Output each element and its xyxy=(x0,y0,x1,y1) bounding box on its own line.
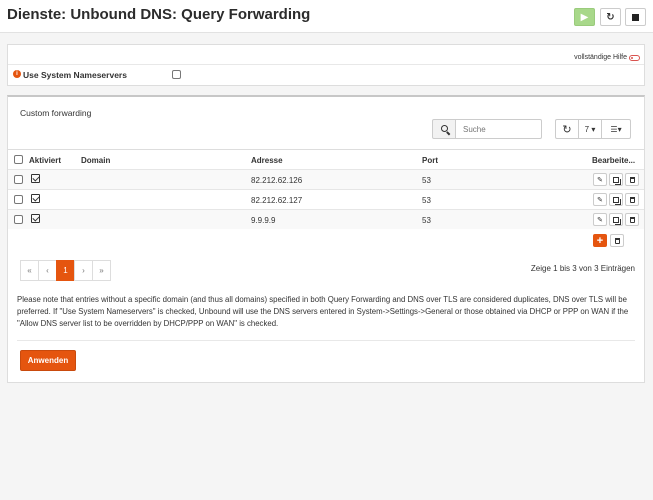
edit-button[interactable]: ✎ xyxy=(593,193,607,206)
stop-icon xyxy=(632,13,639,21)
play-icon: ▶ xyxy=(580,11,589,23)
info-icon[interactable]: i xyxy=(13,70,21,78)
row-select-checkbox[interactable] xyxy=(14,175,23,184)
row-select-checkbox[interactable] xyxy=(14,195,23,204)
edit-button[interactable]: ✎ xyxy=(593,213,607,226)
list-icon: ☰▾ xyxy=(610,124,622,134)
custom-forwarding-panel: Custom forwarding ↻ 7 ▾ ☰▾ Aktiviert Dom… xyxy=(7,95,645,383)
copy-button[interactable] xyxy=(609,193,623,206)
enabled-check-icon[interactable] xyxy=(31,194,40,203)
port-cell: 53 xyxy=(422,216,431,225)
trash-icon xyxy=(629,176,635,183)
search-input[interactable] xyxy=(456,119,542,139)
delete-button[interactable] xyxy=(625,213,639,226)
table-row: 82.212.62.126 53 ✎ xyxy=(8,169,644,189)
trash-icon xyxy=(629,196,635,203)
search-button[interactable] xyxy=(432,119,456,139)
restart-service-button[interactable]: ↻ xyxy=(600,8,621,26)
column-header-enabled[interactable]: Aktiviert xyxy=(29,156,61,165)
table-header-row: Aktiviert Domain Adresse Port Bearbeite.… xyxy=(8,149,644,169)
copy-button[interactable] xyxy=(609,213,623,226)
enabled-check-icon[interactable] xyxy=(31,174,40,183)
pencil-icon: ✎ xyxy=(597,176,603,184)
table-row: 9.9.9.9 53 ✎ xyxy=(8,209,644,229)
divider xyxy=(17,340,635,341)
refresh-button[interactable]: ↻ xyxy=(555,119,579,139)
column-header-commands: Bearbeite... xyxy=(592,156,636,165)
address-cell: 82.212.62.126 xyxy=(251,176,303,185)
pagination: « ‹ 1 › » xyxy=(20,260,111,281)
last-page-button[interactable]: » xyxy=(92,260,111,281)
address-cell: 9.9.9.9 xyxy=(251,216,276,225)
page-header: Dienste: Unbound DNS: Query Forwarding ▶… xyxy=(0,0,653,33)
row-select-checkbox[interactable] xyxy=(14,215,23,224)
enabled-check-icon[interactable] xyxy=(31,214,40,223)
delete-button[interactable] xyxy=(625,193,639,206)
toggle-off-icon xyxy=(629,54,640,61)
grid-toolbar: ↻ 7 ▾ ☰▾ xyxy=(555,119,631,139)
stop-service-button[interactable] xyxy=(625,8,646,26)
range-info: Zeige 1 bis 3 von 3 Einträgen xyxy=(530,264,635,273)
trash-icon xyxy=(629,216,635,223)
edit-button[interactable]: ✎ xyxy=(593,173,607,186)
reload-icon: ↻ xyxy=(606,11,615,23)
pencil-icon: ✎ xyxy=(597,216,603,224)
first-page-button[interactable]: « xyxy=(20,260,39,281)
trash-icon xyxy=(614,237,620,244)
copy-icon xyxy=(613,176,619,183)
copy-icon xyxy=(613,196,619,203)
use-system-nameservers-label: Use System Nameservers xyxy=(23,70,127,80)
copy-button[interactable] xyxy=(609,173,623,186)
section-title: Custom forwarding xyxy=(20,108,92,118)
table-row: 82.212.62.127 53 ✎ xyxy=(8,189,644,209)
delete-selected-button[interactable] xyxy=(610,234,624,247)
column-header-port[interactable]: Port xyxy=(422,156,438,165)
page-title: Dienste: Unbound DNS: Query Forwarding xyxy=(7,6,311,23)
use-system-nameservers-checkbox[interactable] xyxy=(172,70,181,79)
previous-page-button[interactable]: ‹ xyxy=(38,260,57,281)
full-help-label: vollständige Hilfe xyxy=(574,54,627,61)
full-help-toggle[interactable]: vollständige Hilfe xyxy=(574,54,640,61)
search-icon xyxy=(441,125,448,132)
current-page-button[interactable]: 1 xyxy=(56,260,75,281)
address-cell: 82.212.62.127 xyxy=(251,196,303,205)
forwarding-table: Aktiviert Domain Adresse Port Bearbeite.… xyxy=(8,149,644,229)
column-header-address[interactable]: Adresse xyxy=(251,156,283,165)
pencil-icon: ✎ xyxy=(597,196,603,204)
delete-button[interactable] xyxy=(625,173,639,186)
page-size-dropdown[interactable]: 7 ▾ xyxy=(578,119,602,139)
add-button[interactable]: + xyxy=(593,234,607,247)
general-settings-panel: vollständige Hilfe i Use System Nameserv… xyxy=(7,44,645,86)
refresh-icon: ↻ xyxy=(562,123,572,136)
port-cell: 53 xyxy=(422,196,431,205)
divider xyxy=(8,64,644,65)
apply-button[interactable]: Anwenden xyxy=(20,350,76,371)
start-service-button[interactable]: ▶ xyxy=(574,8,595,26)
port-cell: 53 xyxy=(422,176,431,185)
columns-dropdown[interactable]: ☰▾ xyxy=(601,119,631,139)
search-group xyxy=(432,119,542,139)
column-header-domain[interactable]: Domain xyxy=(81,156,110,165)
copy-icon xyxy=(613,216,619,223)
plus-icon: + xyxy=(596,234,604,247)
select-all-checkbox[interactable] xyxy=(14,155,23,164)
next-page-button[interactable]: › xyxy=(74,260,93,281)
duplicate-note: Please note that entries without a speci… xyxy=(17,295,629,328)
